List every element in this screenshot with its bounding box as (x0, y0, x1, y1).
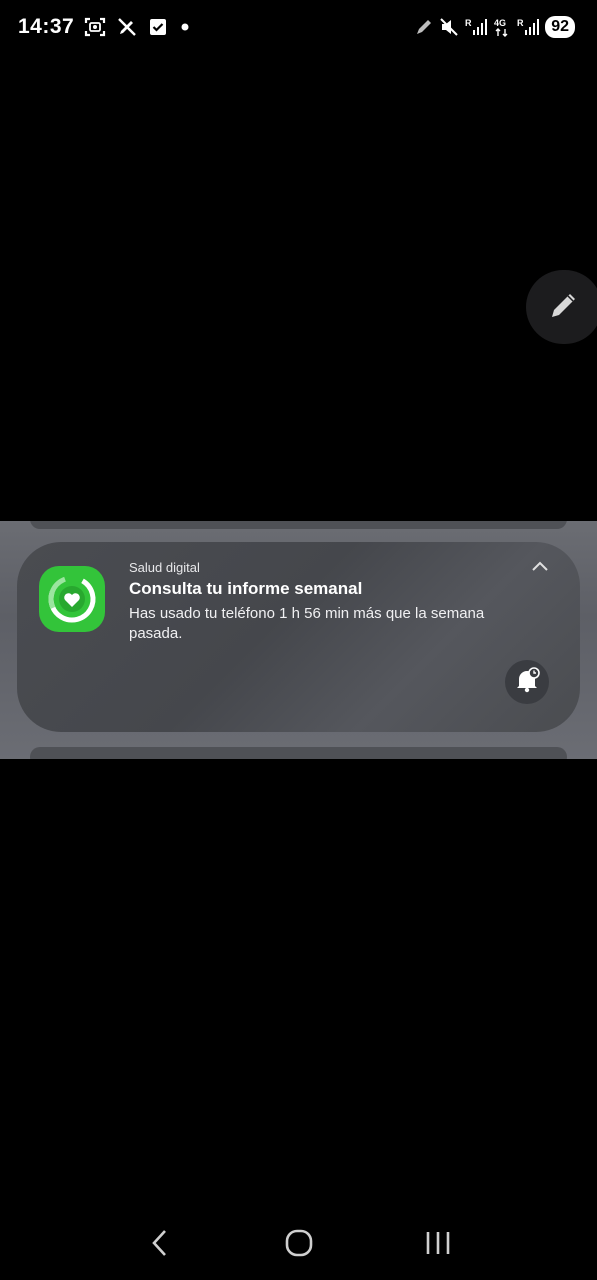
back-icon (148, 1228, 172, 1263)
pencil-icon (547, 288, 581, 327)
notification-body: Has usado tu teléfono 1 h 56 min más que… (129, 605, 485, 642)
collapse-button[interactable] (528, 556, 552, 580)
digital-wellbeing-icon (39, 566, 105, 632)
4g-icon: 4G (493, 17, 511, 37)
screenshot-icon (84, 16, 106, 38)
notification-title: Consulta tu informe semanal (129, 579, 363, 598)
no-edit-icon (116, 16, 138, 38)
navigation-bar (0, 1210, 597, 1280)
signal-r-icon: R (465, 17, 488, 37)
dot-icon (178, 20, 192, 34)
status-bar: 14:37 R 4G R 92 (0, 0, 597, 54)
mute-icon (439, 17, 459, 37)
svg-text:4G: 4G (494, 18, 506, 28)
snooze-button[interactable] (505, 660, 549, 704)
stacked-notification-below (30, 747, 567, 759)
status-bar-right: R 4G R 92 (415, 16, 575, 38)
home-icon (283, 1227, 315, 1264)
notification-card[interactable]: Salud digital Consulta tu informe semana… (17, 542, 580, 732)
checkbox-icon (148, 17, 168, 37)
recents-button[interactable] (408, 1215, 468, 1275)
edit-button[interactable] (526, 270, 597, 344)
chevron-up-icon (530, 559, 550, 577)
notification-app-name: Salud digital (129, 560, 200, 575)
pen-icon (415, 18, 433, 36)
svg-text:R: R (465, 18, 472, 28)
bell-snooze-icon (513, 666, 541, 699)
status-bar-left: 14:37 (18, 15, 192, 39)
home-button[interactable] (269, 1215, 329, 1275)
recents-icon (423, 1228, 453, 1263)
screen: 14:37 R 4G R 92 Salud digital Consulta t… (0, 0, 597, 1280)
stacked-notification-above (30, 521, 567, 529)
notification-area: Salud digital Consulta tu informe semana… (0, 521, 597, 759)
svg-text:R: R (517, 18, 524, 28)
battery-level: 92 (545, 16, 575, 38)
status-time: 14:37 (18, 15, 75, 38)
back-button[interactable] (130, 1215, 190, 1275)
signal-r2-icon: R (517, 17, 540, 37)
